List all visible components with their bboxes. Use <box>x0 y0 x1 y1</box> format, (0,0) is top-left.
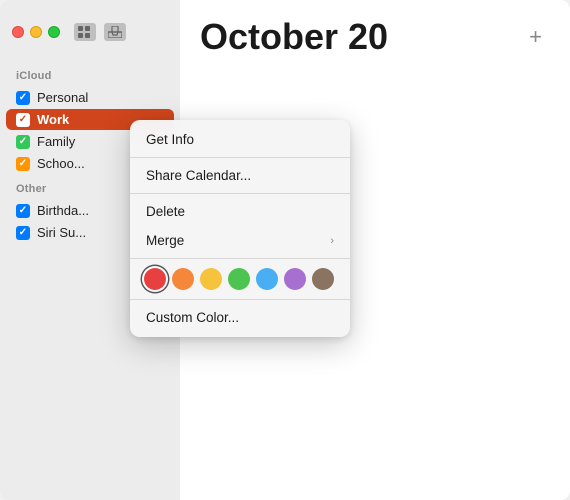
checkmark-siri: ✓ <box>19 228 27 238</box>
titlebar <box>0 0 180 52</box>
color-swatch-red[interactable] <box>144 268 166 290</box>
checkbox-family[interactable]: ✓ <box>16 135 30 149</box>
label-family: Family <box>37 134 75 149</box>
checkmark-family: ✓ <box>19 137 27 147</box>
checkmark-work: ✓ <box>19 115 27 125</box>
menu-item-share-calendar[interactable]: Share Calendar... <box>130 161 350 190</box>
grid-view-icon[interactable] <box>74 23 96 41</box>
main-header: October 20 + <box>180 0 570 68</box>
checkbox-personal[interactable]: ✓ <box>16 91 30 105</box>
menu-separator-2 <box>130 193 350 194</box>
label-personal: Personal <box>37 90 88 105</box>
add-event-button[interactable]: + <box>521 24 550 50</box>
checkbox-siri[interactable]: ✓ <box>16 226 30 240</box>
checkbox-work[interactable]: ✓ <box>16 113 30 127</box>
toolbar-icons <box>74 23 126 41</box>
color-swatch-green[interactable] <box>228 268 250 290</box>
checkbox-birthdays[interactable]: ✓ <box>16 204 30 218</box>
checkbox-school[interactable]: ✓ <box>16 157 30 171</box>
menu-item-merge[interactable]: Merge › <box>130 226 350 255</box>
checkmark-school: ✓ <box>19 159 27 169</box>
month-title: October 20 <box>200 16 388 58</box>
label-work: Work <box>37 112 69 127</box>
chevron-right-icon: › <box>330 235 334 247</box>
menu-separator-4 <box>130 299 350 300</box>
minimize-button[interactable] <box>30 26 42 38</box>
label-birthdays: Birthda... <box>37 203 89 218</box>
inbox-icon[interactable] <box>104 23 126 41</box>
close-button[interactable] <box>12 26 24 38</box>
color-swatch-blue[interactable] <box>256 268 278 290</box>
menu-separator-3 <box>130 258 350 259</box>
app-window: iCloud ✓ Personal ✓ Work ✓ Family <box>0 0 570 500</box>
menu-item-custom-color[interactable]: Custom Color... <box>130 303 350 332</box>
checkmark-birthdays: ✓ <box>19 206 27 216</box>
context-menu: Get Info Share Calendar... Delete Merge … <box>130 120 350 337</box>
color-swatch-purple[interactable] <box>284 268 306 290</box>
label-siri: Siri Su... <box>37 225 86 240</box>
color-picker-row <box>130 262 350 296</box>
label-school: Schoo... <box>37 156 85 171</box>
color-swatch-orange[interactable] <box>172 268 194 290</box>
sidebar-item-personal[interactable]: ✓ Personal <box>6 87 174 108</box>
section-icloud: iCloud <box>0 62 180 86</box>
maximize-button[interactable] <box>48 26 60 38</box>
menu-separator-1 <box>130 157 350 158</box>
color-swatch-yellow[interactable] <box>200 268 222 290</box>
color-swatch-brown[interactable] <box>312 268 334 290</box>
menu-item-delete[interactable]: Delete <box>130 197 350 226</box>
menu-item-get-info[interactable]: Get Info <box>130 125 350 154</box>
checkmark-personal: ✓ <box>19 93 27 103</box>
